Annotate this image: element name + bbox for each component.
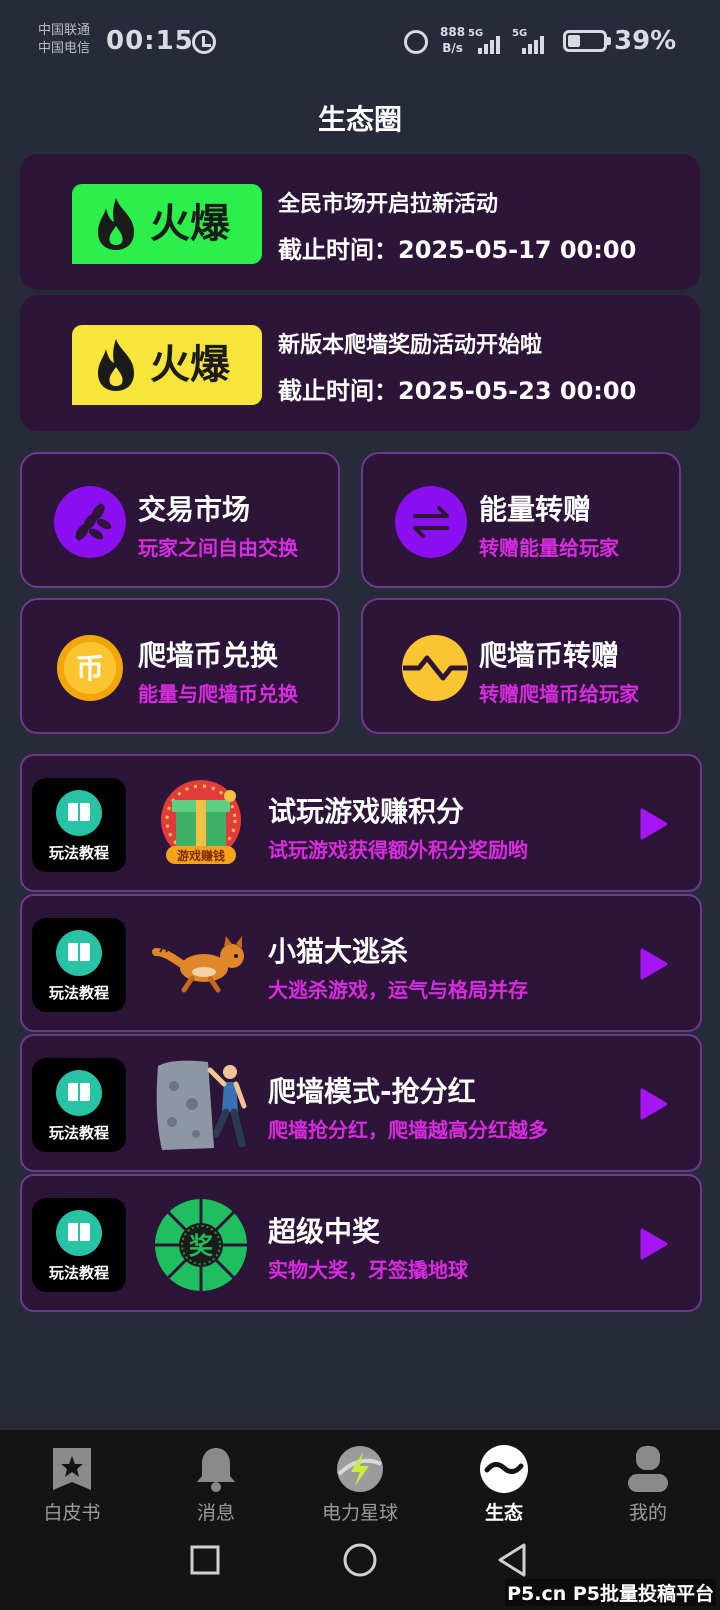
nav-item-whitepaper[interactable]: 白皮书 [0,1430,144,1530]
watermark: P5.cn P5批量投稿平台 [505,1579,716,1606]
promo-deadline: 截止时间：2025-05-23 00:00 [278,377,637,405]
feature-title: 爬墙币转赠 [479,639,620,672]
promo-deadline: 截止时间：2025-05-17 00:00 [278,236,637,264]
tutorial-button[interactable]: 玩法教程 [32,778,126,872]
play-icon[interactable] [638,1088,668,1120]
tutorial-label: 玩法教程 [48,984,109,1002]
book-icon [56,1070,102,1116]
battery-icon [563,30,611,52]
nav-label: 生态 [484,1502,523,1524]
game-title: 小猫大逃杀 [268,935,409,968]
status-time: 00:15 [106,26,194,56]
book-icon [56,930,102,976]
transfer-icon [395,486,467,558]
carrier-2: 中国电信 [38,41,91,56]
coin-icon: 币 [57,635,123,701]
tutorial-button[interactable]: 玩法教程 [32,1198,126,1292]
nav-label: 消息 [196,1502,235,1524]
game-subtitle: 爬墙抢分红，爬墙越高分红越多 [268,1118,548,1142]
running-cat-icon [152,936,244,993]
play-icon[interactable] [638,1228,668,1260]
feature-title: 爬墙币兑换 [138,639,279,672]
promo-banner[interactable]: 火爆 全民市场开启拉新活动 截止时间：2025-05-17 00:00 [20,154,700,290]
feature-energy-transfer[interactable]: 能量转赠 转赠能量给玩家 [361,452,681,588]
promo-banner[interactable]: 火爆 新版本爬墙奖励活动开始啦 截止时间：2025-05-23 00:00 [20,295,700,431]
coin-transfer-icon [402,635,468,701]
status-bar: 中国联通 中国电信 00:15 888 B/s 5G 5G 39% [0,0,720,80]
battery-percent: 39% [614,26,677,56]
promo-title: 全民市场开启拉新活动 [278,192,499,217]
promo-title: 新版本爬墙奖励活动开始啦 [278,333,543,358]
game-item-climb-mode[interactable]: 玩法教程 爬墙模式-抢分红 爬墙抢分红，爬墙越高分红越多 [20,1034,702,1172]
play-icon[interactable] [638,808,668,840]
game-title: 超级中奖 [268,1215,381,1248]
gift-box-label: 游戏赚钱 [177,848,225,863]
nav-item-power-planet[interactable]: 电力星球 [288,1430,432,1530]
feature-subtitle: 能量与爬墙币兑换 [138,682,298,706]
nav-item-profile[interactable]: 我的 [576,1430,720,1530]
feature-title: 能量转赠 [479,493,592,526]
hot-badge-label: 火爆 [150,342,230,388]
play-icon[interactable] [638,948,668,980]
game-item-super-prize[interactable]: 玩法教程 奖 超级中奖 实物大奖，牙签撬地球 [20,1174,702,1312]
tutorial-button[interactable]: 玩法教程 [32,1058,126,1152]
gift-box-icon: 游戏赚钱 [161,780,241,864]
game-title: 爬墙模式-抢分红 [268,1075,476,1108]
feature-coin-exchange[interactable]: 币 爬墙币兑换 能量与爬墙币兑换 [20,598,340,734]
profile-icon [628,1446,668,1492]
whitepaper-icon [53,1448,91,1490]
recents-icon[interactable] [189,1544,221,1576]
tutorial-label: 玩法教程 [48,844,109,862]
bottom-nav: 白皮书 消息 电力星球 生态 我的 [0,1430,720,1530]
home-icon[interactable] [342,1542,378,1578]
power-planet-icon [337,1446,383,1492]
net-speed-unit: B/s [442,41,463,55]
hot-badge: 火爆 [72,325,262,405]
carrier-labels: 中国联通 中国电信 [38,22,90,58]
ecosystem-icon [480,1445,528,1493]
back-icon[interactable] [496,1542,528,1578]
prize-wheel-label: 奖 [189,1232,214,1260]
tutorial-label: 玩法教程 [48,1264,109,1282]
flame-icon [98,198,134,250]
game-item-trial[interactable]: 玩法教程 游戏赚钱 试玩游戏赚积分 试玩游戏获得额外积分奖励哟 [20,754,702,892]
book-icon [56,1210,102,1256]
nav-label: 电力星球 [321,1502,398,1524]
game-title: 试玩游戏赚积分 [268,795,465,828]
book-icon [56,790,102,836]
game-item-cat-battle[interactable]: 玩法教程 小猫大逃杀 大逃杀游戏，运气与格局并存 [20,894,702,1032]
nav-label: 我的 [628,1502,667,1524]
alarm-icon [404,30,428,54]
signal-icon: 5G [468,28,504,54]
tutorial-button[interactable]: 玩法教程 [32,918,126,1012]
climber-icon [156,1060,247,1150]
hot-badge: 火爆 [72,184,262,264]
game-subtitle: 试玩游戏获得额外积分奖励哟 [268,838,528,862]
clock-icon [192,30,216,54]
hot-badge-label: 火爆 [150,201,230,247]
nav-item-ecosystem[interactable]: 生态 [432,1430,576,1530]
carrier-1: 中国联通 [38,23,91,38]
nav-item-messages[interactable]: 消息 [144,1430,288,1530]
feature-trade-market[interactable]: 交易市场 玩家之间自由交换 [20,452,340,588]
feature-title: 交易市场 [138,493,251,526]
bell-icon [197,1448,235,1492]
page-title: 生态圈 [317,103,402,136]
feature-coin-transfer[interactable]: 爬墙币转赠 转赠爬墙币给玩家 [361,598,681,734]
coin-char: 币 [76,652,104,685]
prize-wheel-icon: 奖 [155,1199,247,1291]
feature-subtitle: 转赠爬墙币给玩家 [479,682,639,706]
game-subtitle: 大逃杀游戏，运气与格局并存 [268,978,528,1002]
signal-icon: 5G [512,28,548,54]
game-subtitle: 实物大奖，牙签撬地球 [268,1258,468,1282]
flame-icon [98,339,134,391]
feature-subtitle: 转赠能量给玩家 [479,536,619,560]
net-speed-value: 888 [440,25,466,39]
feature-subtitle: 玩家之间自由交换 [138,536,298,560]
system-nav-bar: P5.cn P5批量投稿平台 [0,1530,720,1610]
leaf-icon [54,486,126,558]
net-speed: 888 B/s [440,24,465,56]
tutorial-label: 玩法教程 [48,1124,109,1142]
nav-label: 白皮书 [43,1502,101,1524]
